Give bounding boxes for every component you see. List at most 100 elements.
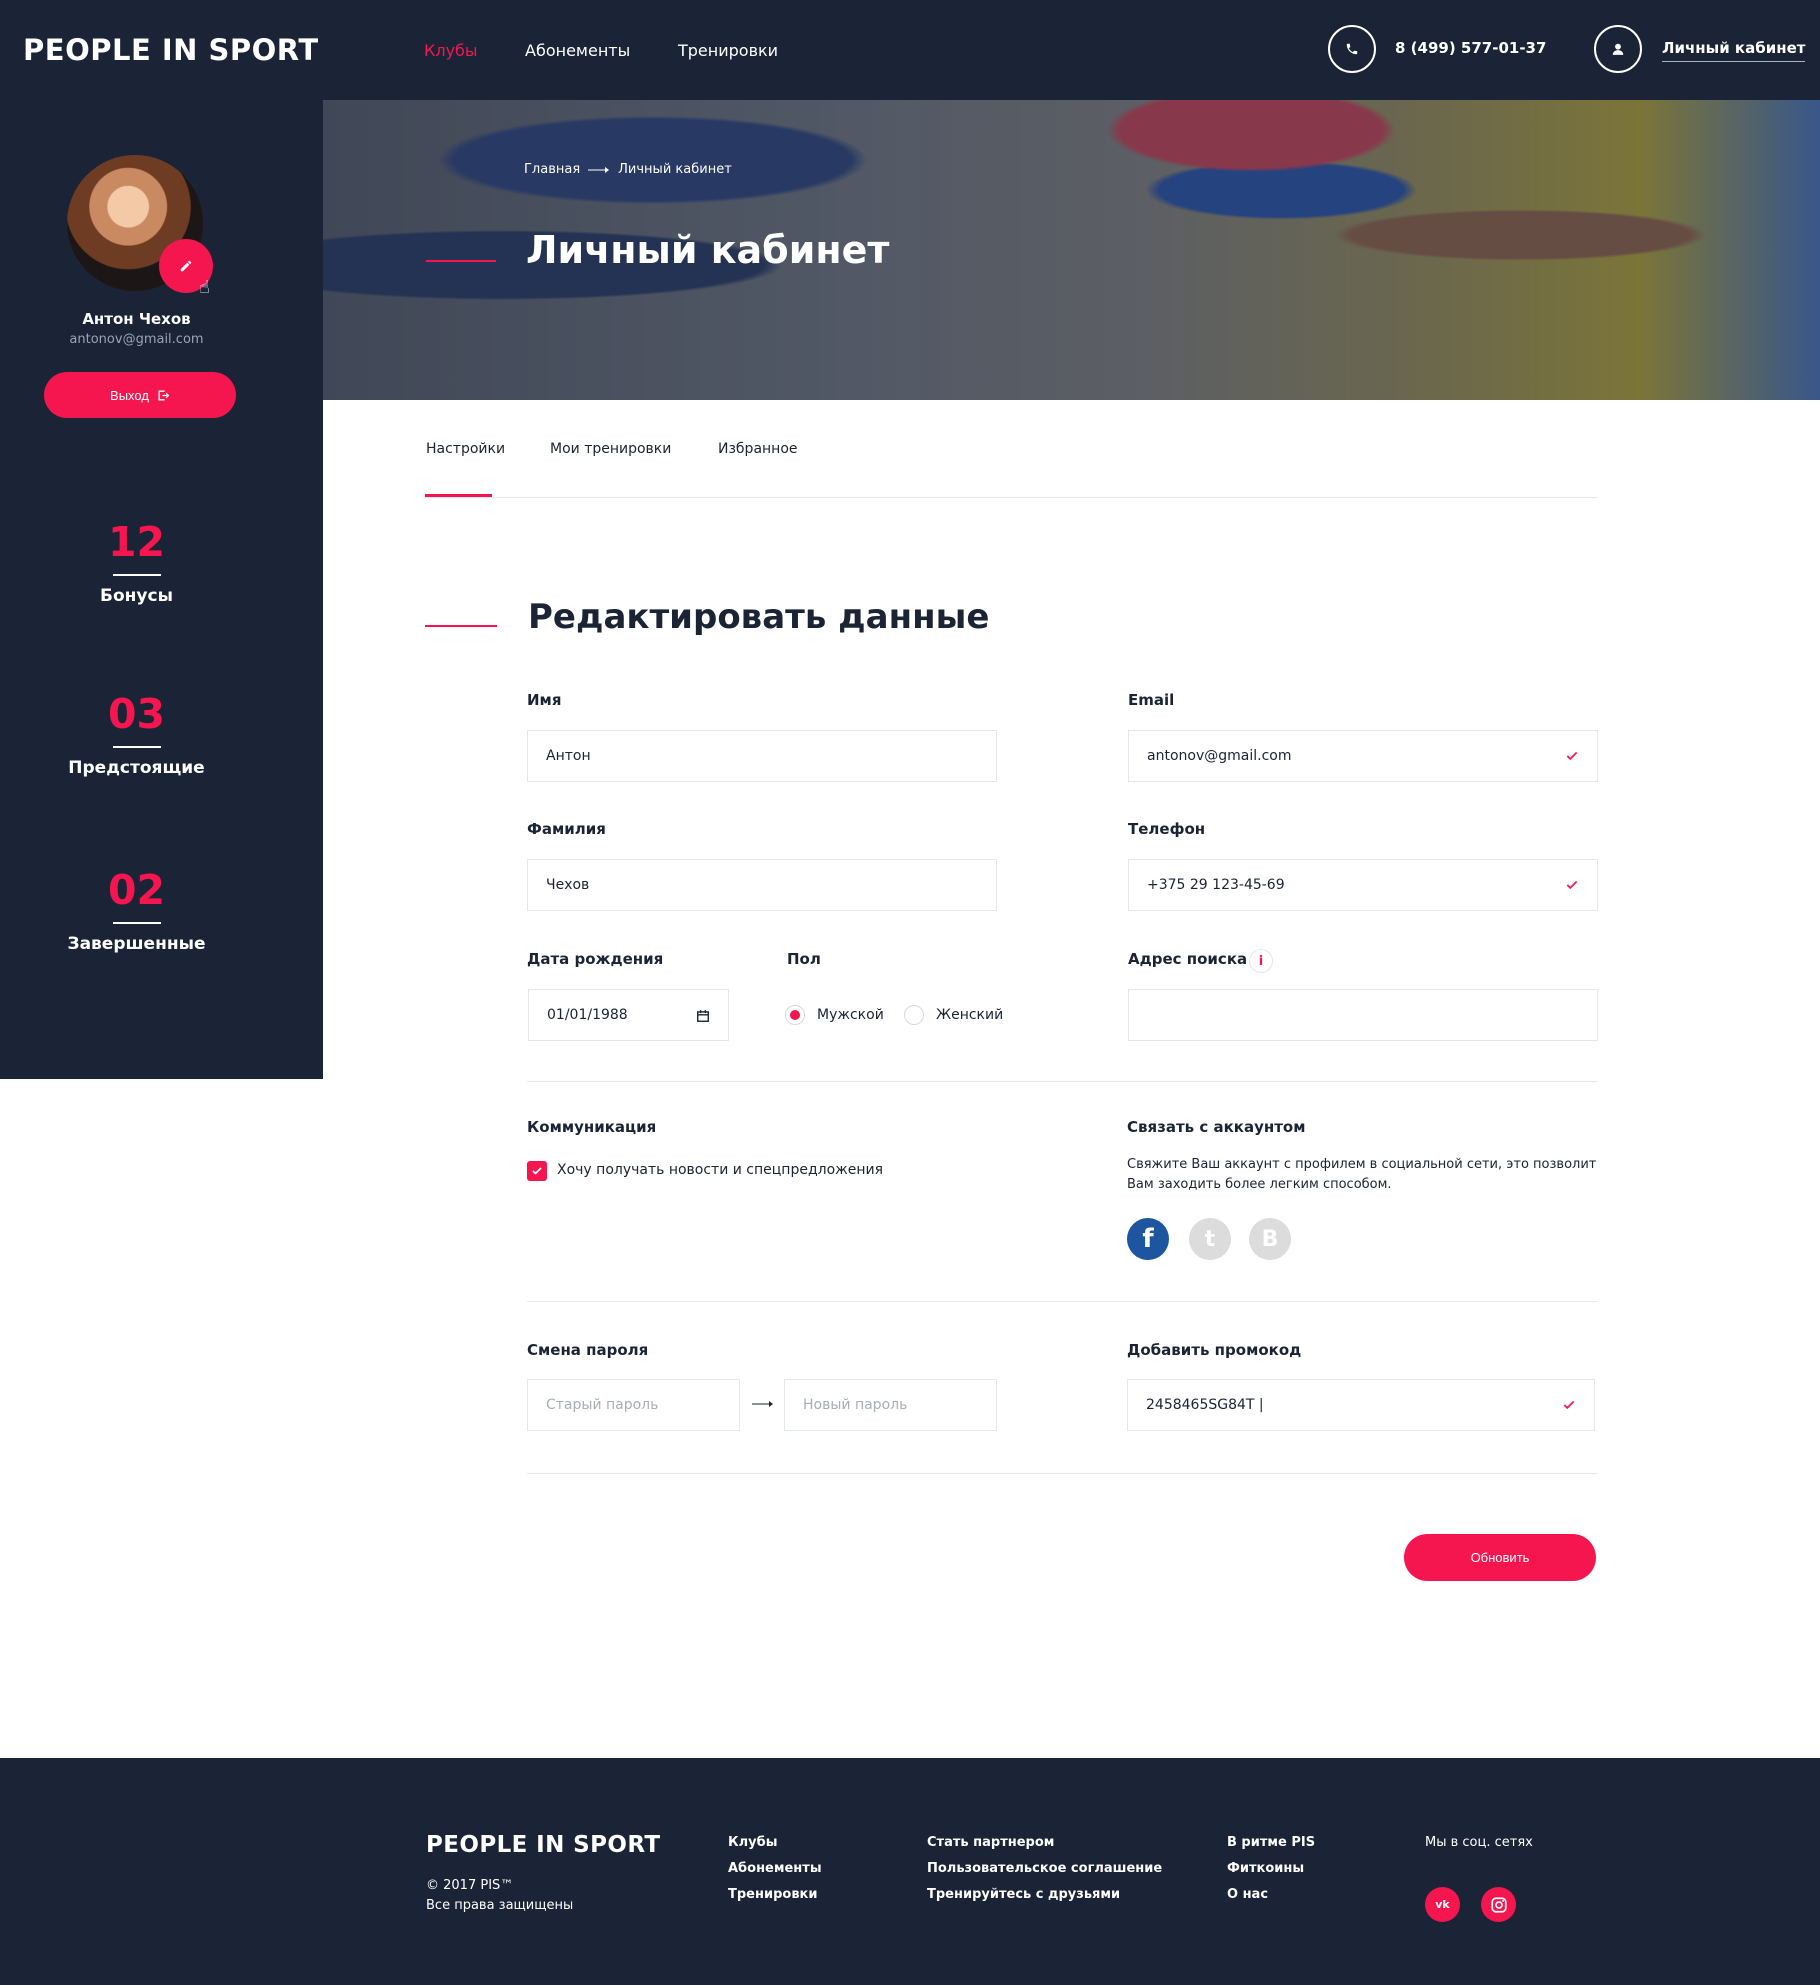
account-link[interactable]: Личный кабинет xyxy=(1662,39,1806,62)
check-icon xyxy=(1566,880,1578,890)
calendar-icon[interactable] xyxy=(696,1009,710,1023)
section-title: Редактировать данные xyxy=(528,597,990,637)
logout-label: Выход xyxy=(110,387,149,403)
old-password-placeholder: Старый пароль xyxy=(546,1397,659,1413)
instagram-glyph xyxy=(1490,1896,1507,1913)
birth-date-value: 01/01/1988 xyxy=(547,1007,628,1023)
phone-icon xyxy=(1346,43,1358,55)
promo-field[interactable]: 2458465SG84T | xyxy=(1127,1379,1595,1431)
newsletter-checkbox[interactable] xyxy=(527,1161,547,1181)
check-icon xyxy=(1563,1400,1575,1410)
breadcrumb-home[interactable]: Главная xyxy=(524,162,580,177)
footer-link-subscriptions[interactable]: Абонементы xyxy=(728,1861,822,1876)
address-field[interactable] xyxy=(1128,989,1598,1041)
first-name-field[interactable]: Антон xyxy=(527,730,997,782)
last-name-label: Фамилия xyxy=(527,820,606,838)
divider xyxy=(527,1473,1597,1474)
new-password-field[interactable]: Новый пароль xyxy=(784,1379,997,1431)
footer-logo[interactable]: PEOPLE IN SPORT xyxy=(426,1832,661,1858)
info-icon[interactable]: i xyxy=(1249,949,1273,973)
birth-date-label: Дата рождения xyxy=(527,950,664,968)
nav-clubs[interactable]: Клубы xyxy=(424,41,478,60)
promo-value: 2458465SG84T | xyxy=(1146,1397,1264,1413)
gender-female-label: Женский xyxy=(936,1007,1004,1023)
gender-male-label: Мужской xyxy=(817,1007,884,1023)
twitter-glyph: t xyxy=(1204,1226,1216,1252)
pencil-icon xyxy=(180,260,192,272)
footer-link-clubs[interactable]: Клубы xyxy=(728,1835,822,1850)
link-account-label: Связать с аккаунтом xyxy=(1127,1118,1306,1136)
nav-trainings[interactable]: Тренировки xyxy=(678,41,778,60)
stat-completed: 02 Завершенные xyxy=(0,866,273,954)
vk-glyph: B xyxy=(1261,1226,1279,1252)
phone-field[interactable]: +375 29 123-45-69 xyxy=(1128,859,1598,911)
radio-empty-icon xyxy=(904,1005,924,1025)
phone-button[interactable] xyxy=(1328,25,1376,73)
user-name: Антон Чехов xyxy=(82,310,191,328)
tab-my-trainings[interactable]: Мои тренировки xyxy=(550,441,671,457)
birth-date-field[interactable]: 01/01/1988 xyxy=(528,989,729,1041)
radio-selected-icon xyxy=(785,1005,805,1025)
stat-divider xyxy=(112,746,161,748)
section-accent-line xyxy=(425,625,497,627)
footer-col-1: Клубы Абонементы Тренировки xyxy=(728,1835,822,1902)
last-name-field[interactable]: Чехов xyxy=(527,859,997,911)
active-tab-indicator xyxy=(425,494,492,497)
footer-link-fitcoins[interactable]: Фиткоины xyxy=(1227,1861,1315,1876)
link-account-description: Свяжите Ваш аккаунт с профилем в социаль… xyxy=(1127,1157,1597,1192)
facebook-icon[interactable]: f xyxy=(1127,1218,1169,1260)
tab-favorites[interactable]: Избранное xyxy=(718,441,798,457)
new-password-placeholder: Новый пароль xyxy=(803,1397,908,1413)
email-field[interactable]: antonov@gmail.com xyxy=(1128,730,1598,782)
footer-link-friends[interactable]: Тренируйтесь с друзьями xyxy=(927,1887,1162,1902)
vk-icon[interactable]: vk xyxy=(1425,1887,1460,1922)
first-name-label: Имя xyxy=(527,691,562,709)
tab-settings[interactable]: Настройки xyxy=(426,441,505,457)
phone-value: +375 29 123-45-69 xyxy=(1147,877,1285,893)
logout-icon xyxy=(158,390,170,400)
user-email: antonov@gmail.com xyxy=(69,332,204,347)
profile-sidebar: ☝ Антон Чехов antonov@gmail.com Выход 12… xyxy=(0,100,323,1079)
stat-upcoming-value: 03 xyxy=(107,690,166,738)
tab-bar: Настройки Мои тренировки Избранное xyxy=(425,441,1597,498)
gender-female-radio[interactable]: Женский xyxy=(904,1005,1003,1025)
nav-subscriptions[interactable]: Абонементы xyxy=(525,41,630,60)
hero-banner: Главная Личный кабинет Личный кабинет xyxy=(323,100,1820,400)
phone-number[interactable]: 8 (499) 577-01-37 xyxy=(1395,39,1546,57)
checkmark-icon xyxy=(532,1167,542,1175)
footer-link-agreement[interactable]: Пользовательское соглашение xyxy=(927,1861,1162,1876)
newsletter-label[interactable]: Хочу получать новости и спецпредложения xyxy=(557,1162,883,1178)
gender-male-radio[interactable]: Мужской xyxy=(785,1005,884,1025)
stat-divider xyxy=(112,922,161,924)
check-icon xyxy=(1566,751,1578,761)
account-button[interactable] xyxy=(1594,25,1642,73)
footer-link-about[interactable]: О нас xyxy=(1227,1887,1315,1902)
stat-upcoming: 03 Предстоящие xyxy=(0,690,273,778)
promo-label: Добавить промокод xyxy=(1127,1341,1302,1359)
footer-link-trainings[interactable]: Тренировки xyxy=(728,1887,822,1902)
footer-copyright: © 2017 PIS™ Все права защищены xyxy=(426,1876,573,1916)
logout-button[interactable]: Выход xyxy=(44,372,236,418)
top-bar: PEOPLE IN SPORT Клубы Абонементы Трениро… xyxy=(0,0,1820,100)
footer-col-2: Стать партнером Пользовательское соглаше… xyxy=(927,1835,1162,1902)
footer-col-3: В ритме PIS Фиткоины О нас xyxy=(1227,1835,1315,1902)
twitter-icon[interactable]: t xyxy=(1189,1218,1231,1260)
phone-label: Телефон xyxy=(1128,820,1206,838)
stat-bonuses: 12 Бонусы xyxy=(0,518,273,606)
update-button[interactable]: Обновить xyxy=(1404,1534,1596,1581)
footer: PEOPLE IN SPORT © 2017 PIS™ Все права за… xyxy=(0,1758,1820,1985)
gender-label: Пол xyxy=(787,950,821,968)
footer-link-partner[interactable]: Стать партнером xyxy=(927,1835,1162,1850)
hero-accent-line xyxy=(426,260,496,262)
address-label: Адрес поиска xyxy=(1128,950,1248,968)
instagram-icon[interactable] xyxy=(1481,1887,1516,1922)
rights-text: Все права защищены xyxy=(426,1898,574,1913)
first-name-value: Антон xyxy=(546,748,591,764)
stat-upcoming-label: Предстоящие xyxy=(68,758,205,778)
arrow-right-icon xyxy=(588,166,610,173)
footer-link-rhythm[interactable]: В ритме PIS xyxy=(1227,1835,1315,1850)
logo[interactable]: PEOPLE IN SPORT xyxy=(23,33,319,67)
old-password-field[interactable]: Старый пароль xyxy=(527,1379,740,1431)
vk-icon[interactable]: B xyxy=(1249,1218,1291,1260)
stat-completed-value: 02 xyxy=(107,866,166,914)
